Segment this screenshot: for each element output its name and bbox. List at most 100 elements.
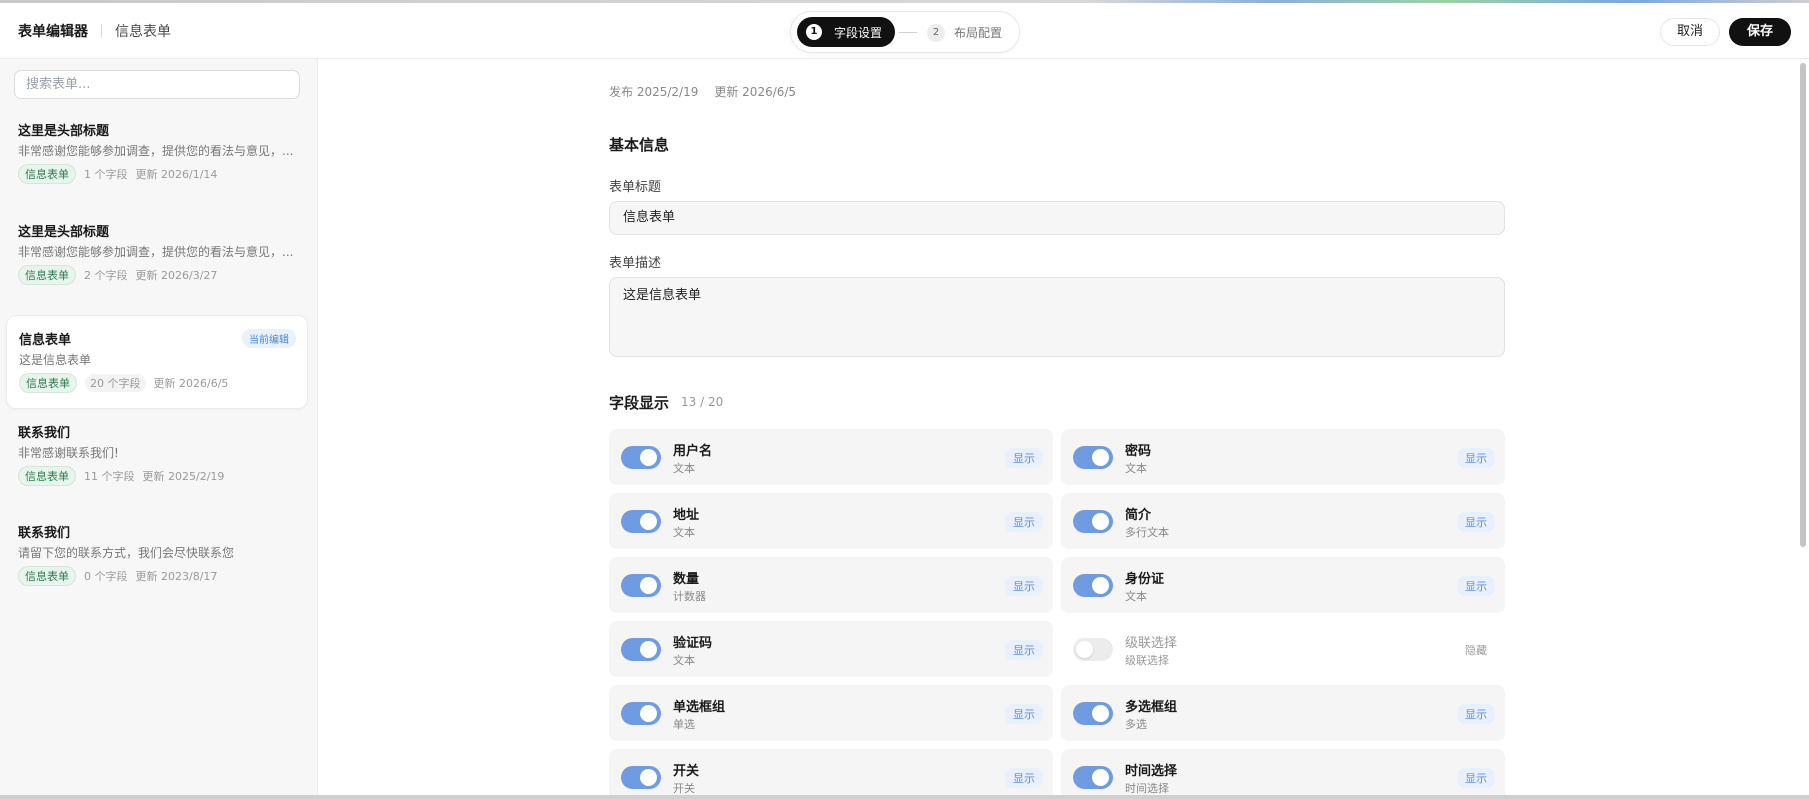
field-type: 文本 — [1125, 590, 1147, 603]
field-card: 开关 开关 显示 — [609, 749, 1053, 795]
main-scrollbar[interactable] — [1800, 63, 1806, 547]
field-name: 用户名 — [673, 444, 713, 459]
field-type: 文本 — [673, 462, 695, 475]
list-item-title: 信息表单 — [19, 333, 72, 348]
form-type-tag: 信息表单 — [18, 466, 76, 486]
field-state-badge: 显示 — [1005, 640, 1043, 660]
stepper: 1 字段设置 2 布局配置 — [790, 11, 1020, 53]
toggle-knob — [1092, 513, 1109, 530]
field-type: 文本 — [673, 526, 695, 539]
section-title-basic: 基本信息 — [609, 136, 670, 154]
updated-date: 更新 2026/6/5 — [714, 85, 797, 99]
current-editing-badge: 当前编辑 — [242, 329, 296, 348]
field-card: 单选框组 单选 显示 — [609, 685, 1053, 741]
field-visibility-toggle[interactable] — [1073, 510, 1113, 533]
field-count: 20 个字段 — [85, 374, 146, 392]
list-item-desc: 非常感谢联系我们! — [18, 446, 119, 460]
field-count: 1 个字段 — [84, 168, 128, 181]
field-card: 多选框组 多选 显示 — [1061, 685, 1505, 741]
field-name: 时间选择 — [1125, 764, 1178, 779]
list-item-current[interactable]: 信息表单 当前编辑 这是信息表单 信息表单 20 个字段 更新 2026/6/5 — [6, 315, 308, 409]
field-card-hidden: 级联选择 级联选择 隐藏 — [1061, 621, 1505, 677]
title-divider — [101, 24, 102, 38]
field-card: 地址 文本 显示 — [609, 493, 1053, 549]
toggle-knob — [640, 705, 657, 722]
field-card: 简介 多行文本 显示 — [1061, 493, 1505, 549]
field-name: 验证码 — [673, 636, 713, 651]
field-state-badge: 显示 — [1005, 768, 1043, 788]
list-item-meta: 信息表单 2 个字段 更新 2026/3/27 — [18, 265, 217, 285]
search-input[interactable] — [14, 70, 300, 99]
step-layout-config[interactable]: 布局配置 — [954, 24, 1002, 41]
step-label: 字段设置 — [834, 26, 883, 40]
list-item[interactable]: 联系我们 非常感谢联系我们! 信息表单 11 个字段 更新 2025/2/19 — [6, 408, 308, 502]
list-item[interactable]: 这里是头部标题 非常感谢您能够参加调查，提供您的看法与意见，... 信息表单 2… — [6, 207, 308, 301]
field-name: 密码 — [1125, 444, 1152, 459]
field-count: 11 个字段 — [84, 470, 135, 483]
updated-date: 更新 2026/1/14 — [135, 168, 218, 181]
field-visibility-toggle[interactable] — [1073, 638, 1113, 661]
field-visibility-toggle[interactable] — [621, 702, 661, 725]
field-visibility-toggle[interactable] — [621, 766, 661, 789]
field-state-badge: 隐藏 — [1465, 644, 1487, 657]
field-visibility-toggle[interactable] — [1073, 446, 1113, 469]
toggle-knob — [1092, 705, 1109, 722]
step-field-settings[interactable]: 1 字段设置 — [797, 17, 895, 47]
field-name: 单选框组 — [673, 700, 726, 715]
form-type-tag: 信息表单 — [18, 164, 76, 184]
field-state-badge: 显示 — [1005, 512, 1043, 532]
toggle-knob — [640, 449, 657, 466]
field-card: 时间选择 时间选择 显示 — [1061, 749, 1505, 795]
field-name: 简介 — [1125, 508, 1152, 523]
form-dates: 发布 2025/2/19 更新 2026/6/5 — [609, 83, 796, 100]
field-card: 数量 计数器 显示 — [609, 557, 1053, 613]
list-item-desc: 请留下您的联系方式，我们会尽快联系您 — [18, 546, 235, 560]
step-number: 1 — [806, 24, 822, 40]
list-item-meta: 信息表单 0 个字段 更新 2023/8/17 — [18, 566, 217, 586]
toggle-knob — [640, 641, 657, 658]
app-title: 表单编辑器 — [18, 24, 88, 40]
save-button[interactable]: 保存 — [1729, 18, 1791, 46]
field-name: 开关 — [673, 764, 700, 779]
field-type: 多选 — [1125, 718, 1147, 731]
editor-main — [319, 59, 1789, 799]
list-item-desc: 这是信息表单 — [19, 353, 92, 367]
field-visibility-toggle[interactable] — [621, 638, 661, 661]
field-count: 0 个字段 — [84, 570, 128, 583]
fields-visible-count: 13 / 20 — [681, 395, 724, 409]
field-visibility-toggle[interactable] — [621, 574, 661, 597]
field-type: 级联选择 — [1125, 654, 1169, 667]
toggle-knob — [1076, 641, 1093, 658]
field-visibility-toggle[interactable] — [1073, 702, 1113, 725]
field-type: 单选 — [673, 718, 695, 731]
field-type: 文本 — [1125, 462, 1147, 475]
field-visibility-toggle[interactable] — [621, 446, 661, 469]
list-item-title: 这里是头部标题 — [18, 124, 110, 139]
field-name: 级联选择 — [1125, 636, 1178, 651]
cancel-button[interactable]: 取消 — [1660, 18, 1720, 46]
field-name: 多选框组 — [1125, 700, 1178, 715]
list-item-meta: 信息表单 1 个字段 更新 2026/1/14 — [18, 164, 217, 184]
toggle-knob — [640, 769, 657, 786]
form-type-tag: 信息表单 — [19, 373, 77, 393]
field-state-badge: 显示 — [1457, 576, 1495, 596]
toggle-knob — [1092, 449, 1109, 466]
form-desc-textarea[interactable]: 这是信息表单 — [609, 277, 1505, 357]
list-item[interactable]: 这里是头部标题 非常感谢您能够参加调查，提供您的看法与意见，... 信息表单 1… — [6, 106, 308, 200]
step-number[interactable]: 2 — [927, 24, 945, 42]
form-title-label: 表单标题 — [609, 180, 662, 195]
form-title-input[interactable]: 信息表单 — [609, 201, 1505, 235]
toggle-knob — [640, 513, 657, 530]
field-state-badge: 显示 — [1457, 512, 1495, 532]
list-item-meta: 信息表单 11 个字段 更新 2025/2/19 — [18, 466, 224, 486]
field-name: 地址 — [673, 508, 700, 523]
field-state-badge: 显示 — [1005, 448, 1043, 468]
field-name: 数量 — [673, 572, 700, 587]
step-connector — [899, 32, 917, 33]
field-card: 验证码 文本 显示 — [609, 621, 1053, 677]
field-visibility-toggle[interactable] — [1073, 766, 1113, 789]
field-visibility-toggle[interactable] — [1073, 574, 1113, 597]
list-item[interactable]: 联系我们 请留下您的联系方式，我们会尽快联系您 信息表单 0 个字段 更新 20… — [6, 508, 308, 602]
field-visibility-toggle[interactable] — [621, 510, 661, 533]
updated-date: 更新 2026/3/27 — [135, 269, 218, 282]
